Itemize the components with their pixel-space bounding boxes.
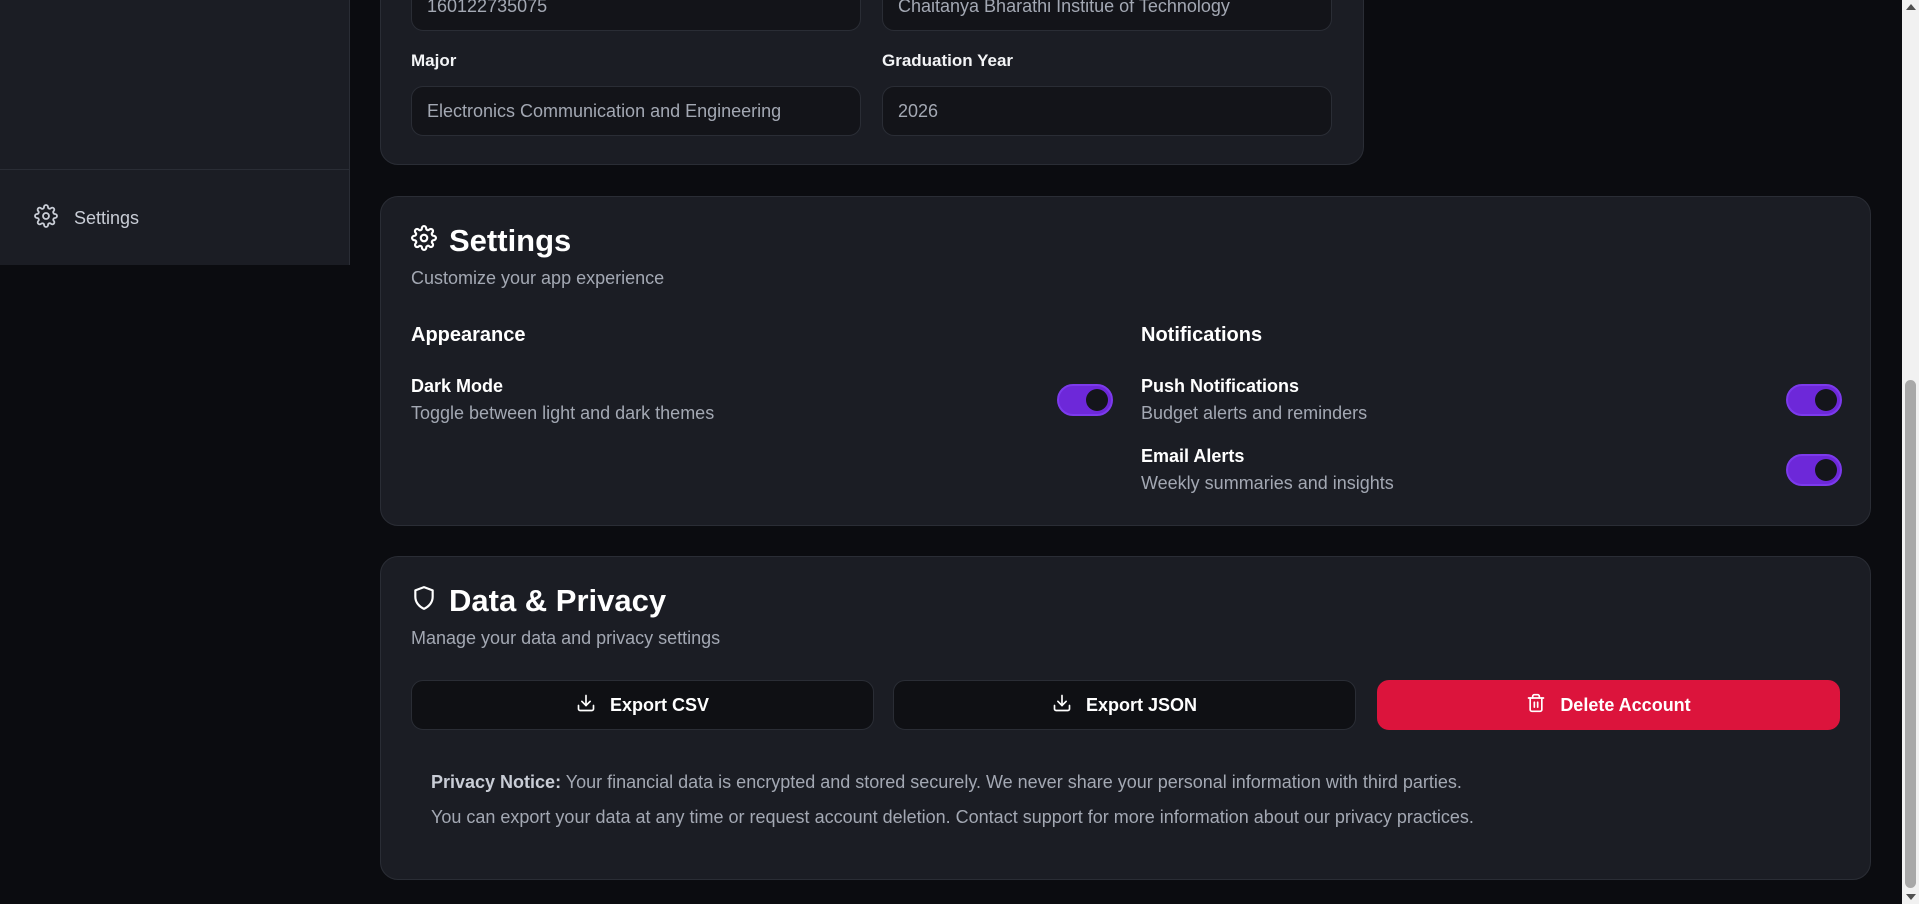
privacy-card: Data & Privacy Manage your data and priv… — [380, 556, 1871, 880]
push-notifications-label: Push Notifications — [1141, 376, 1300, 396]
sidebar-item-label: Settings — [74, 207, 140, 228]
export-json-button[interactable]: Export JSON — [893, 680, 1356, 730]
sidebar-divider — [0, 169, 350, 170]
sidebar: Settings — [0, 0, 350, 265]
delete-account-button[interactable]: Delete Account — [1377, 680, 1840, 730]
scroll-down-icon[interactable] — [1906, 894, 1916, 900]
graduation-year-label: Graduation Year — [882, 51, 1014, 70]
privacy-notice-line-1: Privacy Notice: Your financial data is e… — [431, 772, 1462, 793]
email-alerts-description: Weekly summaries and insights — [1141, 473, 1394, 493]
dark-mode-toggle[interactable] — [1057, 384, 1113, 416]
download-icon — [576, 693, 596, 718]
major-label: Major — [411, 51, 457, 70]
dark-mode-description: Toggle between light and dark themes — [411, 403, 715, 423]
email-alerts-toggle[interactable] — [1786, 454, 1842, 486]
email-alerts-label: Email Alerts — [1141, 446, 1245, 466]
toggle-knob — [1815, 459, 1837, 481]
appearance-title: Appearance — [411, 324, 526, 346]
privacy-subtitle: Manage your data and privacy settings — [411, 628, 721, 648]
privacy-notice-line-2: You can export your data at any time or … — [431, 807, 1474, 827]
export-json-label: Export JSON — [1085, 694, 1198, 715]
privacy-notice-text: Your financial data is encrypted and sto… — [561, 772, 1462, 792]
settings-title-text: Settings — [449, 223, 572, 258]
privacy-title-text: Data & Privacy — [449, 583, 667, 618]
institute-field[interactable]: Chaitanya Bharathi Institue of Technolog… — [882, 0, 1332, 31]
push-notifications-toggle[interactable] — [1786, 384, 1842, 416]
profile-card: 160122735075 Chaitanya Bharathi Institue… — [380, 0, 1364, 165]
gear-icon — [34, 203, 58, 233]
major-field[interactable]: Electronics Communication and Engineerin… — [411, 86, 861, 136]
toggle-knob — [1815, 389, 1837, 411]
scroll-up-icon[interactable] — [1906, 4, 1916, 10]
delete-account-label: Delete Account — [1560, 694, 1691, 715]
scrollbar-thumb[interactable] — [1905, 380, 1916, 888]
trash-icon — [1526, 693, 1546, 718]
graduation-year-field[interactable]: 2026 — [882, 86, 1332, 136]
shield-icon — [411, 583, 437, 619]
export-csv-button[interactable]: Export CSV — [411, 680, 874, 730]
privacy-title: Data & Privacy — [411, 583, 666, 619]
settings-title: Settings — [411, 223, 571, 259]
notifications-title: Notifications — [1141, 324, 1263, 346]
page-scrollbar[interactable] — [1902, 0, 1919, 904]
download-icon — [1052, 693, 1072, 718]
student-id-field[interactable]: 160122735075 — [411, 0, 861, 31]
dark-mode-label: Dark Mode — [411, 376, 504, 396]
push-notifications-description: Budget alerts and reminders — [1141, 403, 1368, 423]
export-csv-label: Export CSV — [609, 694, 710, 715]
settings-card: Settings Customize your app experience A… — [380, 196, 1871, 526]
gear-icon — [411, 223, 437, 259]
privacy-notice-heading: Privacy Notice: — [431, 772, 562, 792]
settings-subtitle: Customize your app experience — [411, 268, 665, 288]
sidebar-item-settings[interactable]: Settings — [20, 196, 153, 240]
toggle-knob — [1086, 389, 1108, 411]
